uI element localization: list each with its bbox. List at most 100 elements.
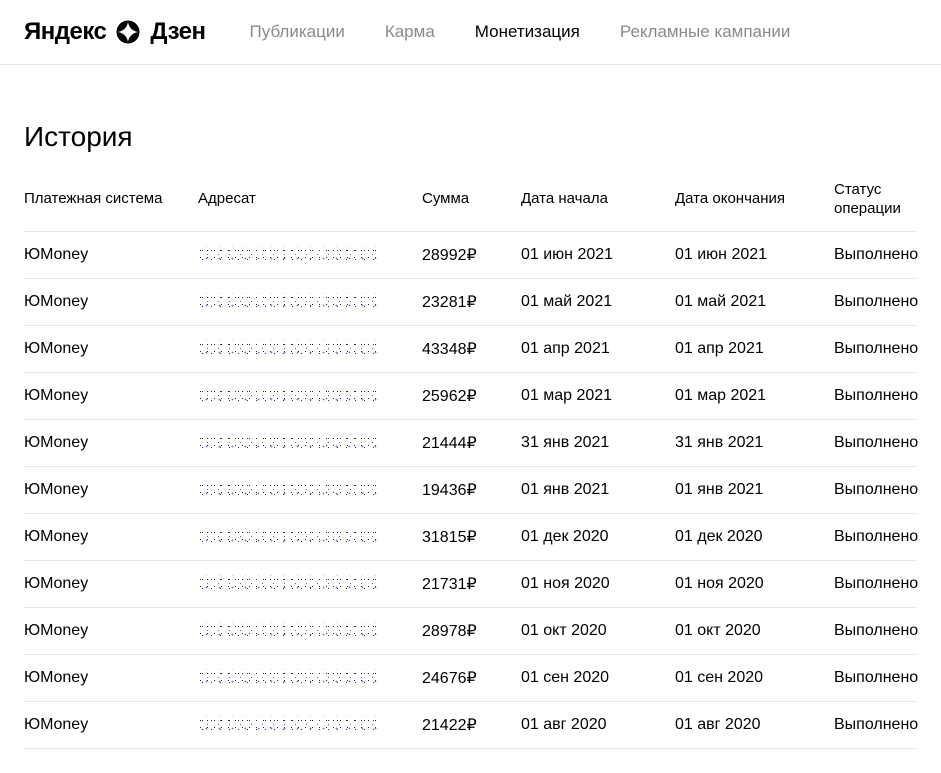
cell-payment-system: ЮMoney bbox=[24, 669, 194, 687]
primary-nav: Публикации Карма Монетизация Рекламные камп… bbox=[250, 22, 791, 42]
cell-status: Выполнено bbox=[834, 434, 918, 452]
cell-start-date: 01 окт 2020 bbox=[521, 622, 671, 640]
nav-item-2[interactable]: Монетизация bbox=[475, 22, 580, 42]
cell-status: Выполнено bbox=[834, 669, 918, 687]
table-row: ЮMoney43348₽01 апр 202101 апр 2021Выполн… bbox=[24, 326, 917, 373]
cell-start-date: 01 апр 2021 bbox=[521, 340, 671, 358]
cell-status: Выполнено bbox=[834, 246, 918, 264]
cell-recipient bbox=[198, 528, 418, 546]
cell-end-date: 31 янв 2021 bbox=[675, 434, 830, 452]
cell-amount: 43348₽ bbox=[422, 339, 517, 359]
cell-status: Выполнено bbox=[834, 528, 918, 546]
table-row: ЮMoney24676₽01 сен 202001 сен 2020Выполн… bbox=[24, 655, 917, 702]
cell-status: Выполнено bbox=[834, 387, 918, 405]
table-row: ЮMoney28992₽01 июн 202101 июн 2021Выполн… bbox=[24, 232, 917, 279]
redacted-recipient bbox=[198, 434, 378, 452]
logo-block[interactable]: Яндекс Дзен bbox=[24, 18, 206, 46]
cell-payment-system: ЮMoney bbox=[24, 387, 194, 405]
cell-amount: 24676₽ bbox=[422, 668, 517, 688]
col-status: Статус операции bbox=[834, 181, 917, 219]
cell-payment-system: ЮMoney bbox=[24, 434, 194, 452]
cell-status: Выполнено bbox=[834, 622, 918, 640]
table-row: ЮMoney21444₽31 янв 202131 янв 2021Выполн… bbox=[24, 420, 917, 467]
cell-amount: 21731₽ bbox=[422, 574, 517, 594]
cell-status: Выполнено bbox=[834, 716, 918, 734]
cell-recipient bbox=[198, 622, 418, 640]
cell-start-date: 01 май 2021 bbox=[521, 293, 671, 311]
table-row: ЮMoney21422₽01 авг 202001 авг 2020Выполн… bbox=[24, 702, 917, 749]
col-payment-system: Платежная система bbox=[24, 190, 194, 209]
cell-end-date: 01 авг 2020 bbox=[675, 716, 830, 734]
cell-amount: 31815₽ bbox=[422, 527, 517, 547]
cell-amount: 28992₽ bbox=[422, 245, 517, 265]
history-table: Платежная система Адресат Сумма Дата нач… bbox=[24, 181, 917, 749]
cell-recipient bbox=[198, 293, 418, 311]
table-row: ЮMoney31815₽01 дек 202001 дек 2020Выполн… bbox=[24, 514, 917, 561]
col-amount: Сумма bbox=[422, 190, 517, 209]
cell-start-date: 01 дек 2020 bbox=[521, 528, 671, 546]
cell-payment-system: ЮMoney bbox=[24, 481, 194, 499]
content-area: История Платежная система Адресат Сумма … bbox=[0, 65, 941, 773]
logo-dzen-text: Дзен bbox=[150, 18, 205, 46]
cell-end-date: 01 сен 2020 bbox=[675, 669, 830, 687]
col-end-date: Дата окончания bbox=[675, 190, 830, 209]
cell-status: Выполнено bbox=[834, 481, 918, 499]
cell-payment-system: ЮMoney bbox=[24, 246, 194, 264]
redacted-recipient bbox=[198, 622, 378, 640]
cell-recipient bbox=[198, 575, 418, 593]
col-recipient: Адресат bbox=[198, 190, 418, 209]
cell-start-date: 01 мар 2021 bbox=[521, 387, 671, 405]
cell-recipient bbox=[198, 481, 418, 499]
cell-start-date: 01 янв 2021 bbox=[521, 481, 671, 499]
page-header: Яндекс Дзен Публикации Карма Монетизация Ре… bbox=[0, 0, 941, 65]
cell-end-date: 01 апр 2021 bbox=[675, 340, 830, 358]
page-title: История bbox=[24, 121, 917, 153]
redacted-recipient bbox=[198, 669, 378, 687]
redacted-recipient bbox=[198, 340, 378, 358]
redacted-recipient bbox=[198, 528, 378, 546]
cell-start-date: 01 сен 2020 bbox=[521, 669, 671, 687]
redacted-recipient bbox=[198, 716, 378, 734]
cell-start-date: 01 июн 2021 bbox=[521, 246, 671, 264]
nav-item-1[interactable]: Карма bbox=[385, 22, 435, 42]
cell-recipient bbox=[198, 669, 418, 687]
table-row: ЮMoney25962₽01 мар 202101 мар 2021Выполн… bbox=[24, 373, 917, 420]
table-row: ЮMoney19436₽01 янв 202101 янв 2021Выполн… bbox=[24, 467, 917, 514]
cell-start-date: 01 ноя 2020 bbox=[521, 575, 671, 593]
cell-amount: 19436₽ bbox=[422, 480, 517, 500]
redacted-recipient bbox=[198, 481, 378, 499]
cell-end-date: 01 ноя 2020 bbox=[675, 575, 830, 593]
nav-item-3[interactable]: Рекламные кампании bbox=[620, 22, 791, 42]
cell-end-date: 01 окт 2020 bbox=[675, 622, 830, 640]
cell-payment-system: ЮMoney bbox=[24, 622, 194, 640]
cell-end-date: 01 янв 2021 bbox=[675, 481, 830, 499]
cell-start-date: 31 янв 2021 bbox=[521, 434, 671, 452]
table-header-row: Платежная система Адресат Сумма Дата нач… bbox=[24, 181, 917, 232]
table-row: ЮMoney21731₽01 ноя 202001 ноя 2020Выполн… bbox=[24, 561, 917, 608]
cell-status: Выполнено bbox=[834, 293, 918, 311]
cell-payment-system: ЮMoney bbox=[24, 340, 194, 358]
cell-status: Выполнено bbox=[834, 575, 918, 593]
cell-recipient bbox=[198, 246, 418, 264]
table-row: ЮMoney28978₽01 окт 202001 окт 2020Выполн… bbox=[24, 608, 917, 655]
cell-payment-system: ЮMoney bbox=[24, 293, 194, 311]
cell-end-date: 01 июн 2021 bbox=[675, 246, 830, 264]
redacted-recipient bbox=[198, 387, 378, 405]
cell-end-date: 01 дек 2020 bbox=[675, 528, 830, 546]
cell-amount: 25962₽ bbox=[422, 386, 517, 406]
redacted-recipient bbox=[198, 293, 378, 311]
cell-recipient bbox=[198, 716, 418, 734]
col-start-date: Дата начала bbox=[521, 190, 671, 209]
cell-status: Выполнено bbox=[834, 340, 918, 358]
cell-recipient bbox=[198, 340, 418, 358]
cell-payment-system: ЮMoney bbox=[24, 575, 194, 593]
cell-start-date: 01 авг 2020 bbox=[521, 716, 671, 734]
cell-recipient bbox=[198, 434, 418, 452]
nav-item-0[interactable]: Публикации bbox=[250, 22, 345, 42]
cell-payment-system: ЮMoney bbox=[24, 716, 194, 734]
cell-amount: 21444₽ bbox=[422, 433, 517, 453]
cell-end-date: 01 мар 2021 bbox=[675, 387, 830, 405]
cell-payment-system: ЮMoney bbox=[24, 528, 194, 546]
cell-amount: 21422₽ bbox=[422, 715, 517, 735]
redacted-recipient bbox=[198, 246, 378, 264]
